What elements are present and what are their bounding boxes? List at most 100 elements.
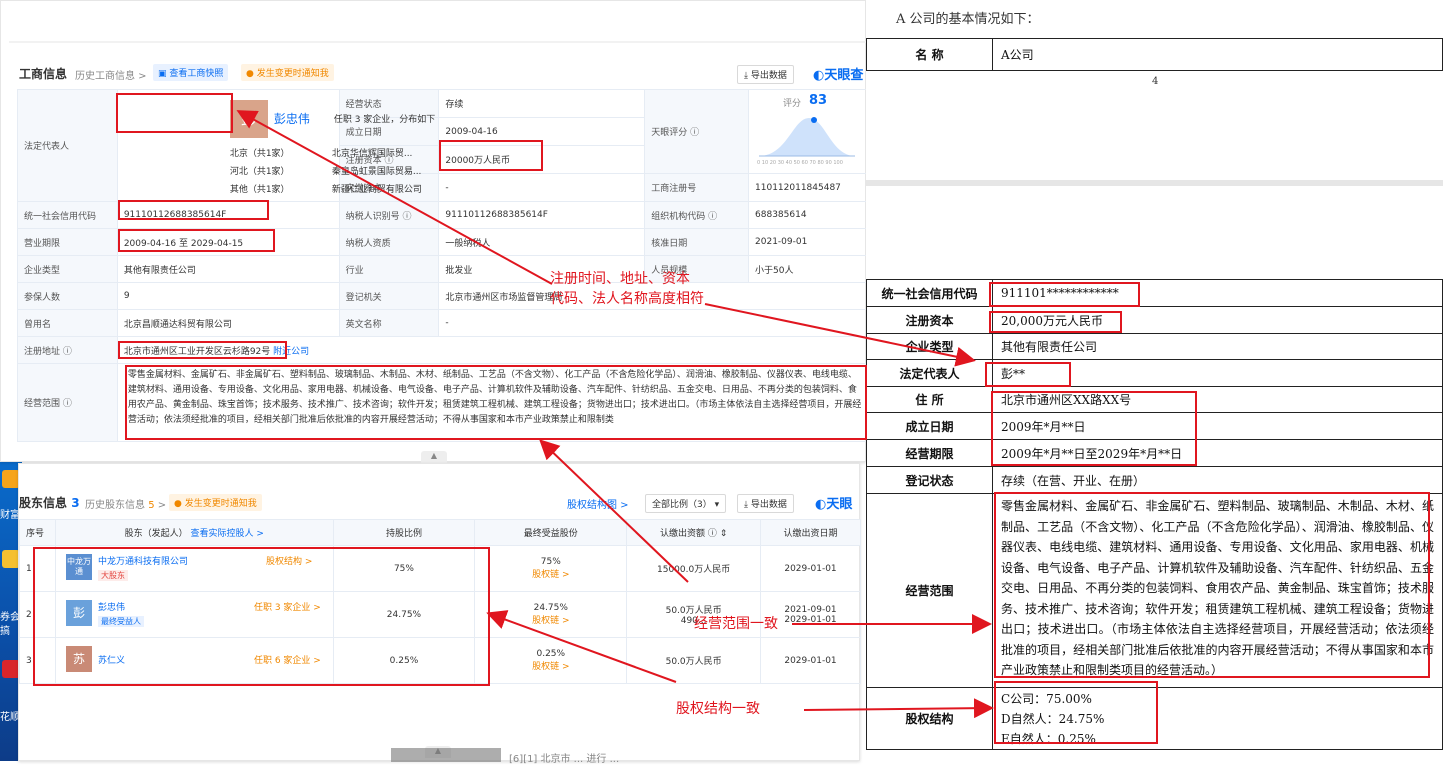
export-button[interactable]: ⤓ 导出数据 — [737, 65, 794, 84]
avatar: 彭 — [229, 100, 268, 138]
alert-button[interactable]: ● 发生变更时通知我 — [241, 64, 334, 81]
col-header: 持股比例 — [332, 519, 476, 546]
row-key: 住 所 — [866, 386, 993, 413]
divider — [9, 41, 867, 43]
export-button[interactable]: ⤓ 导出数据 — [737, 494, 794, 513]
name-label: 名 称 — [866, 38, 993, 71]
highlight-box — [985, 362, 1071, 387]
highlight-box — [994, 492, 1430, 678]
date-value: 2029-01-01 — [760, 545, 861, 592]
highlight-box — [116, 93, 233, 133]
doc-name-table: 名 称 A公司 — [866, 38, 1443, 71]
section-title: 工商信息 — [19, 67, 68, 81]
col-header: 序号 — [19, 519, 56, 546]
row-key: 登记状态 — [866, 466, 993, 494]
logo-mark-icon: ◐ — [815, 497, 827, 512]
value-staff: 小于50人 — [748, 255, 867, 283]
value-type: 其他有限责任公司 — [116, 255, 340, 283]
benefit-cell: 24.75% 股权链 > — [474, 591, 628, 638]
bell-icon: ● — [246, 69, 257, 79]
label-approve: 核准日期 — [644, 228, 750, 256]
desktop-label: 券会 — [0, 612, 20, 623]
row-key: 法定代表人 — [866, 359, 993, 387]
annotation-text: 代码、法人名称高度相符 — [550, 291, 704, 307]
doc-heading: A 公司的基本情况如下： — [896, 12, 1040, 27]
annotation-text: 经营范围一致 — [694, 616, 778, 632]
value-regno: 110112011845487 — [748, 173, 867, 202]
highlight-box — [989, 311, 1122, 333]
rep-company[interactable]: 新疆仁业商贸有限公司 — [332, 182, 422, 195]
row-key: 经营期限 — [866, 439, 993, 467]
section-title: 股东信息 3 — [19, 496, 80, 510]
equity-structure-link[interactable]: 股权结构图 > — [567, 496, 629, 511]
benefit-cell: 75% 股权链 > — [474, 545, 628, 592]
score-value: 83 — [809, 93, 828, 108]
value-taxq: 一般纳税人 — [438, 228, 646, 256]
label-former: 曾用名 — [17, 309, 118, 337]
desktop-label: 搞 — [0, 626, 10, 637]
label-term: 营业期限 — [17, 228, 118, 256]
score-axis: 0 10 20 30 40 50 60 70 80 90 100 — [757, 160, 843, 166]
info-icon: ⓘ — [62, 346, 72, 357]
row-key: 企业类型 — [866, 333, 993, 360]
label-addr: 注册地址 ⓘ — [17, 336, 118, 364]
rep-company[interactable]: 北京华信辉国际贸... — [332, 146, 413, 159]
label-type: 企业类型 — [17, 255, 118, 283]
tianyancha-logo: ◐天眼 — [815, 497, 853, 512]
chain-link[interactable]: 股权链 > — [481, 567, 620, 580]
score-cell: 评分 83 0 10 20 30 40 50 60 70 80 90 100 — [748, 89, 867, 174]
value-insured: 9 — [116, 282, 340, 310]
alert-button[interactable]: ● 发生变更时通知我 — [169, 494, 262, 511]
rep-region: 其他（共1家） — [229, 185, 290, 195]
bell-icon: ● — [174, 499, 185, 509]
sort-icon[interactable]: ⇕ — [720, 529, 728, 539]
info-icon: ⓘ — [402, 211, 412, 222]
collapse-toggle[interactable]: ▲ — [421, 451, 447, 463]
score-word: 评分 — [783, 99, 802, 109]
page-gap — [866, 180, 1443, 186]
highlight-box — [991, 391, 1197, 466]
desktop-label: 花顺 — [0, 712, 20, 723]
date-value: 2029-01-01 — [760, 637, 861, 684]
benefit-cell: 0.25% 股权链 > — [474, 637, 628, 684]
row-key: 成立日期 — [866, 412, 993, 440]
label-taxid: 纳税人识别号 ⓘ — [338, 201, 440, 229]
chain-link[interactable]: 股权链 > — [481, 659, 620, 672]
col-header: 股东（发起人） 查看实际控股人 > — [54, 519, 334, 546]
page-number: 4 — [1152, 76, 1159, 87]
info-icon: ⓘ — [62, 399, 72, 409]
rep-company[interactable]: 秦皇岛虹景国际贸易... — [332, 164, 422, 177]
row-value: 其他有限责任公司 — [992, 333, 1443, 360]
snapshot-button[interactable]: ▣ 查看工商快照 — [153, 64, 229, 81]
value-approve: 2021-09-01 — [748, 228, 867, 256]
label-regno: 工商注册号 — [644, 173, 750, 202]
history-link[interactable]: 历史股东信息 5 > — [85, 496, 166, 511]
label-scope: 经营范围 ⓘ — [17, 363, 118, 442]
highlight-box — [994, 681, 1158, 744]
label-score: 天眼评分 ⓘ — [644, 89, 750, 174]
taskbar-thumb — [391, 748, 501, 762]
actual-controller-link[interactable]: 查看实际控股人 > — [191, 529, 264, 539]
col-header: 认缴出资日期 — [760, 519, 861, 546]
label-insured: 参保人数 — [17, 282, 118, 310]
highlight-box — [125, 365, 867, 440]
highlight-box — [33, 547, 490, 686]
info-icon: ⓘ — [690, 128, 700, 138]
download-icon: ⤓ — [744, 500, 751, 510]
chain-link[interactable]: 股权链 > — [481, 613, 620, 626]
highlight-box — [989, 282, 1140, 307]
value-status: 存续 — [438, 89, 646, 118]
score-bell-chart — [759, 117, 856, 157]
info-icon: ⓘ — [708, 211, 718, 222]
history-link[interactable]: 历史工商信息 > — [75, 67, 147, 82]
download-icon: ⤓ — [744, 71, 751, 81]
col-header: 最终受益股份 — [474, 519, 628, 546]
highlight-box — [118, 229, 275, 252]
label-org: 组织机构代码 ⓘ — [644, 201, 750, 229]
amount-value: 15000.0万人民币 — [626, 545, 762, 592]
legal-rep-name[interactable]: 彭忠伟 — [274, 110, 310, 127]
label-authority: 登记机关 — [338, 282, 440, 310]
col-header: 认缴出资额 ⓘ ⇕ — [626, 519, 762, 546]
scope-label: 经营范围 — [866, 493, 993, 688]
ratio-select[interactable]: 全部比例（3） ▾ — [645, 494, 727, 513]
